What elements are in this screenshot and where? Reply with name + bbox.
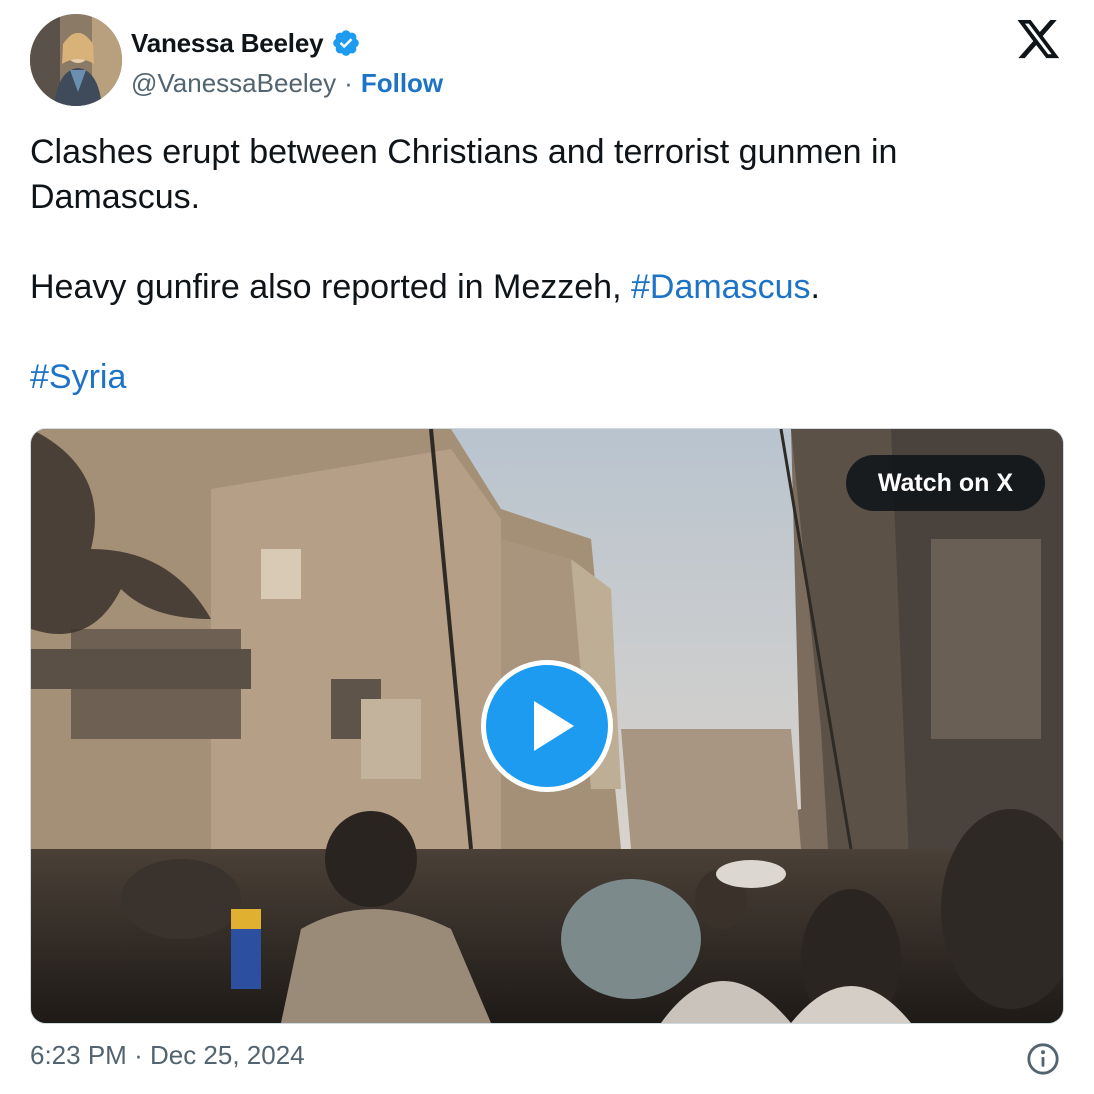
separator-dot: · (344, 67, 353, 98)
video-player[interactable]: Watch on X (30, 428, 1064, 1024)
play-icon (534, 701, 574, 751)
tweet-line-2: Heavy gunfire also reported in Mezzeh, #… (30, 265, 1060, 310)
info-icon[interactable] (1026, 1042, 1060, 1076)
tweet-line-1: Clashes erupt between Christians and ter… (30, 133, 898, 216)
avatar-photo (30, 14, 122, 106)
tweet-text: Clashes erupt between Christians and ter… (30, 130, 1060, 400)
hashtag-syria[interactable]: #Syria (30, 358, 126, 396)
verified-badge-icon (333, 30, 360, 56)
follow-button[interactable]: Follow (361, 68, 443, 99)
author-name-row: Vanessa Beeley (131, 26, 361, 60)
watch-on-x-button[interactable]: Watch on X (845, 455, 1045, 511)
tweet-line-2-end: . (810, 268, 820, 306)
author-name[interactable]: Vanessa Beeley (131, 28, 324, 59)
tweet-line-2-text: Heavy gunfire also reported in Mezzeh, (30, 268, 631, 306)
avatar[interactable] (30, 14, 122, 106)
tweet-time: 6:23 PM (30, 1040, 127, 1070)
tweet-timestamp[interactable]: 6:23 PM · Dec 25, 2024 (30, 1040, 305, 1071)
play-button[interactable] (481, 660, 613, 792)
hashtag-damascus[interactable]: #Damascus (631, 268, 811, 306)
tweet-date: Dec 25, 2024 (149, 1040, 305, 1070)
x-logo-icon[interactable] (1016, 20, 1062, 60)
timestamp-separator: · (134, 1040, 143, 1070)
author-handle-row: @VanessaBeeley · Follow (131, 66, 443, 100)
author-handle[interactable]: @VanessaBeeley (131, 68, 336, 99)
tweet-embed-card: Vanessa Beeley @VanessaBeeley · Follow C… (0, 0, 1094, 1094)
